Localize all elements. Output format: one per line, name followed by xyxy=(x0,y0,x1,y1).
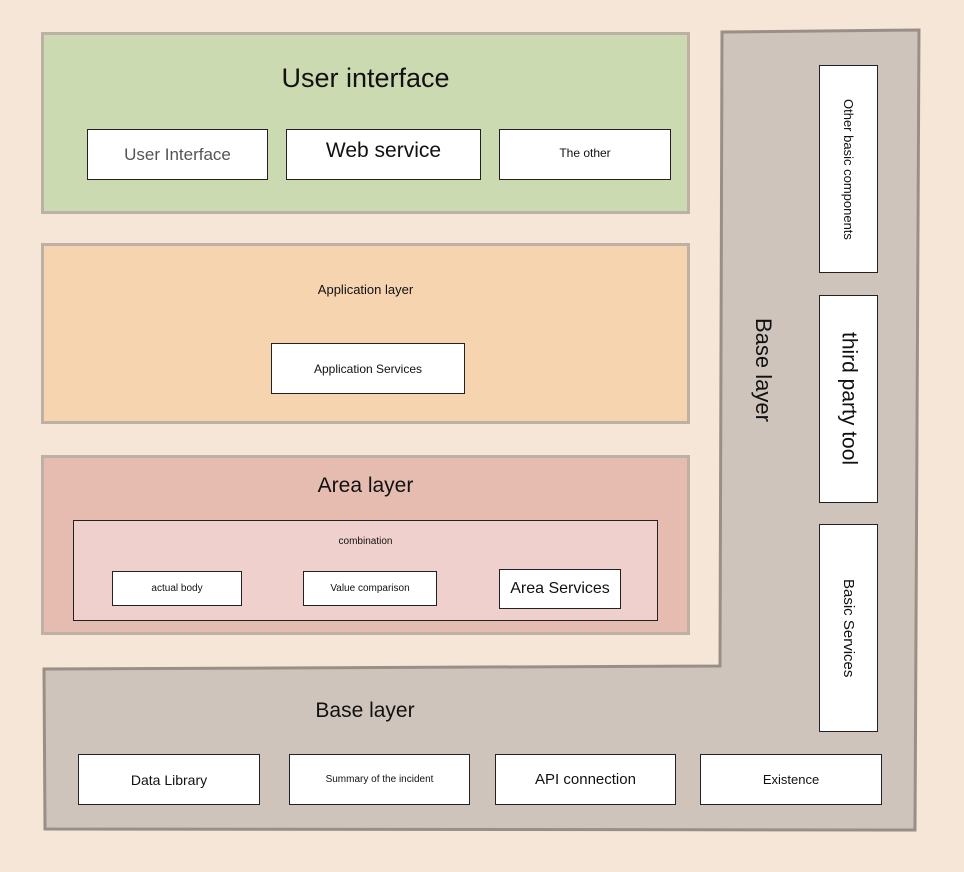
base-title: Base layer xyxy=(315,699,415,722)
value-comparison-box: Value comparison xyxy=(303,571,437,606)
actual-body-box: actual body xyxy=(112,571,242,606)
the-other-box: The other xyxy=(499,129,671,180)
other-basic-components-box: Other basic components xyxy=(819,65,878,273)
application-layer: Application layer xyxy=(41,243,690,424)
third-party-tool-box: third party tool xyxy=(819,295,878,503)
user-interface-layer: User interface xyxy=(41,32,690,214)
api-connection-box: API connection xyxy=(495,754,676,805)
existence-box: Existence xyxy=(700,754,882,805)
basic-services-box: Basic Services xyxy=(819,524,878,732)
web-service-box: Web service xyxy=(286,129,481,180)
area-services-box: Area Services xyxy=(499,569,621,609)
application-title: Application layer xyxy=(317,282,414,297)
user-interface-title: User interface xyxy=(281,63,450,93)
summary-incident-box: Summary of the incident xyxy=(289,754,470,805)
data-library-box: Data Library xyxy=(78,754,260,805)
combination-title: combination xyxy=(338,536,393,547)
application-services-box: Application Services xyxy=(271,343,465,394)
area-title: Area layer xyxy=(317,474,414,497)
architecture-diagram: User interface User Interface Web servic… xyxy=(0,0,964,872)
user-interface-box: User Interface xyxy=(87,129,268,180)
base-vertical-title: Base layer xyxy=(751,318,776,422)
